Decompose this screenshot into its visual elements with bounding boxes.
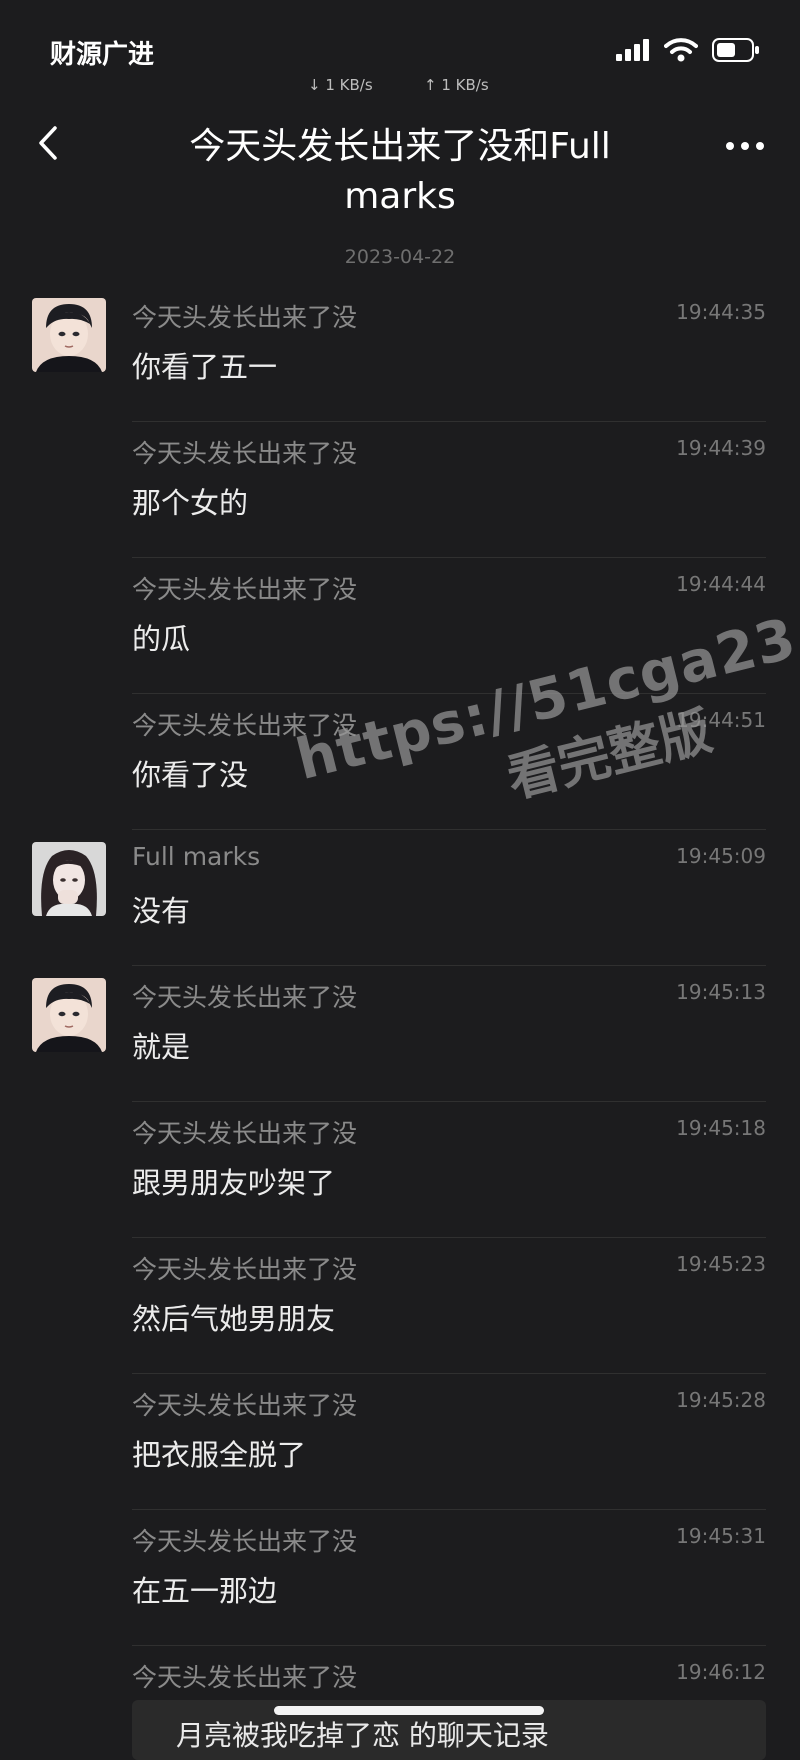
message-row[interactable]: 今天头发长出来了没 19:45:31 在五一那边 [0, 1510, 800, 1646]
cellular-signal-icon [616, 39, 650, 65]
message-row[interactable]: 今天头发长出来了没 19:45:13 就是 [0, 966, 800, 1102]
avatar[interactable] [32, 978, 106, 1052]
battery-icon [712, 38, 760, 66]
carrier-name: 财源广进 [50, 40, 155, 70]
message-row[interactable]: 今天头发长出来了没 19:44:35 你看了五一 [0, 286, 800, 422]
message-time: 19:45:09 [676, 844, 766, 868]
status-icons [616, 38, 760, 66]
message-time: 19:46:12 [676, 1660, 766, 1684]
avatar[interactable] [32, 842, 106, 916]
date-separator: 2023-04-22 [344, 246, 456, 268]
message-time: 19:45:23 [676, 1252, 766, 1276]
sender-name: 今天头发长出来了没 [132, 1119, 358, 1148]
message-time: 19:45:28 [676, 1388, 766, 1412]
chat-title-line1: 今天头发长出来了没和Full [189, 126, 611, 167]
message-row[interactable]: 今天头发长出来了没 19:45:28 把衣服全脱了 [0, 1374, 800, 1510]
sender-name: 今天头发长出来了没 [132, 983, 358, 1012]
sender-name: 今天头发长出来了没 [132, 575, 358, 604]
sender-name: 今天头发长出来了没 [132, 1391, 358, 1420]
message-time: 19:44:39 [676, 436, 766, 460]
message-time: 19:44:35 [676, 300, 766, 324]
upload-speed: ↑ 1 KB/s [424, 76, 489, 94]
sender-name: 今天头发长出来了没 [132, 303, 358, 332]
sender-name: 今天头发长出来了没 [132, 439, 358, 468]
nav-bar: 今天头发长出来了没和Full marks [0, 110, 800, 220]
message-row[interactable]: 今天头发长出来了没 19:45:23 然后气她男朋友 [0, 1238, 800, 1374]
message-text: 你看了五一 [132, 350, 278, 384]
home-indicator[interactable] [274, 1706, 544, 1715]
message-text: 那个女的 [132, 486, 249, 520]
message-text: 跟男朋友吵架了 [132, 1166, 336, 1200]
chevron-left-icon [37, 125, 59, 165]
message-text: 把衣服全脱了 [132, 1438, 307, 1472]
message-row[interactable]: 今天头发长出来了没 19:44:51 你看了没 [0, 694, 800, 830]
message-time: 19:44:51 [676, 708, 766, 732]
message-row[interactable]: 今天头发长出来了没 19:44:39 那个女的 [0, 422, 800, 558]
wifi-icon [664, 38, 698, 66]
chat-title-line2: marks [344, 176, 456, 217]
sender-name: 今天头发长出来了没 [132, 1255, 358, 1284]
message-row[interactable]: Full marks 19:45:09 没有 [0, 830, 800, 966]
message-row[interactable]: 今天头发长出来了没 19:44:44 的瓜 [0, 558, 800, 694]
sender-name: 今天头发长出来了没 [132, 1663, 358, 1692]
more-button[interactable] [720, 130, 770, 160]
chat-title: 今天头发长出来了没和Full marks [140, 122, 660, 222]
message-time: 19:44:44 [676, 572, 766, 596]
message-text: 就是 [132, 1030, 191, 1064]
message-time: 19:45:31 [676, 1524, 766, 1548]
chat-record-title: 月亮被我吃掉了恋 的聊天记录 [176, 1719, 549, 1752]
message-time: 19:45:13 [676, 980, 766, 1004]
message-row[interactable]: 今天头发长出来了没 19:45:18 跟男朋友吵架了 [0, 1102, 800, 1238]
message-text: 的瓜 [132, 622, 191, 656]
avatar[interactable] [32, 298, 106, 372]
more-dots-icon [725, 136, 765, 155]
sender-name: 今天头发长出来了没 [132, 711, 358, 740]
message-text: 你看了没 [132, 758, 249, 792]
message-time: 19:45:18 [676, 1116, 766, 1140]
back-button[interactable] [28, 120, 68, 170]
message-text: 然后气她男朋友 [132, 1302, 336, 1336]
message-text: 在五一那边 [132, 1574, 278, 1608]
download-speed: ↓ 1 KB/s [308, 76, 373, 94]
status-bar: 财源广进 ↓ 1 KB/s ↑ 1 KB/s [0, 0, 800, 100]
sender-name: Full marks [132, 842, 261, 871]
message-text: 没有 [132, 894, 191, 928]
sender-name: 今天头发长出来了没 [132, 1527, 358, 1556]
